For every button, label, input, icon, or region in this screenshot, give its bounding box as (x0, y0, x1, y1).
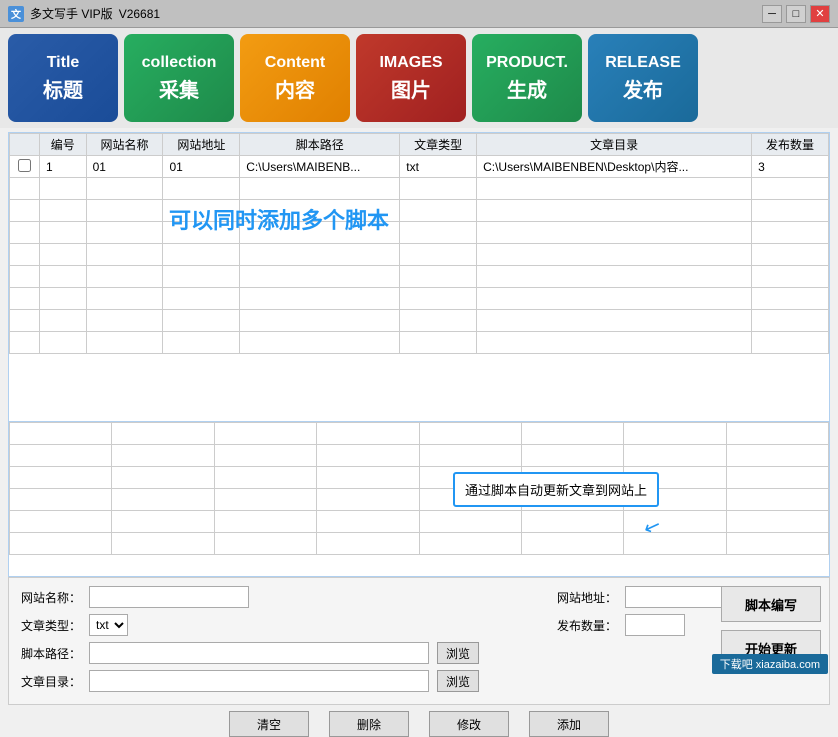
cell-num: 1 (40, 156, 87, 178)
window-controls: ─ □ ✕ (762, 5, 830, 23)
article-dir-input[interactable] (89, 670, 429, 692)
col-dir: 文章目录 (477, 134, 752, 156)
website-name-input[interactable] (89, 586, 249, 608)
col-name: 网站名称 (86, 134, 163, 156)
article-type-select[interactable]: txt (89, 614, 128, 636)
main-table: 编号 网站名称 网站地址 脚本路径 文章类型 文章目录 发布数量 1 01 01… (9, 133, 829, 354)
tooltip-text: 通过脚本自动更新文章到网站上 (465, 483, 647, 498)
script-edit-button[interactable]: 脚本编写 (721, 586, 821, 622)
lower-table (9, 422, 829, 555)
nav-bar: Title标题collection采集Content内容IMAGES图片PROD… (0, 28, 838, 128)
form-row-website-name: 网站名称： (21, 586, 537, 608)
watermark-text: 下载吧 xiazaiba.com (712, 654, 828, 674)
action-buttons-row: 清空 删除 修改 添加 (0, 711, 838, 737)
clear-button[interactable]: 清空 (229, 711, 309, 737)
title-bar: 文 多文写手 VIP版 V26681 ─ □ ✕ (0, 0, 838, 28)
nav-btn-content[interactable]: Content内容 (240, 34, 350, 122)
cell-count: 3 (752, 156, 829, 178)
publish-count-input[interactable] (625, 614, 685, 636)
tooltip-box: 通过脚本自动更新文章到网站上 (453, 472, 659, 507)
form-left: 网站名称： 文章类型： txt 脚本路径： 浏览 文章目录： 浏览 (21, 586, 537, 698)
nav-btn-images[interactable]: IMAGES图片 (356, 34, 466, 122)
browse-dir-button[interactable]: 浏览 (437, 670, 479, 692)
website-name-label: 网站名称： (21, 589, 81, 606)
article-type-label: 文章类型： (21, 617, 81, 634)
col-type: 文章类型 (400, 134, 477, 156)
minimize-button[interactable]: ─ (762, 5, 782, 23)
maximize-button[interactable]: □ (786, 5, 806, 23)
col-num: 编号 (40, 134, 87, 156)
script-path-input[interactable] (89, 642, 429, 664)
article-dir-label: 文章目录： (21, 673, 81, 690)
upper-section: 编号 网站名称 网站地址 脚本路径 文章类型 文章目录 发布数量 1 01 01… (8, 132, 830, 422)
app-title: 多文写手 VIP版 (30, 5, 113, 22)
col-count: 发布数量 (752, 134, 829, 156)
cell-type: txt (400, 156, 477, 178)
row-checkbox[interactable] (18, 159, 31, 172)
col-script: 脚本路径 (240, 134, 400, 156)
script-path-label: 脚本路径： (21, 645, 81, 662)
website-address-label: 网站地址： (557, 589, 617, 606)
cell-name: 01 (86, 156, 163, 178)
nav-btn-release[interactable]: RELEASE发布 (588, 34, 698, 122)
cell-address: 01 (163, 156, 240, 178)
form-section: 网站名称： 文章类型： txt 脚本路径： 浏览 文章目录： 浏览 网站地址： … (8, 577, 830, 705)
nav-btn-product[interactable]: PRODUCT.生成 (472, 34, 582, 122)
app-version: V26681 (119, 7, 160, 21)
cell-script: C:\Users\MAIBENB... (240, 156, 400, 178)
col-address: 网站地址 (163, 134, 240, 156)
form-row-article-dir: 文章目录： 浏览 (21, 670, 537, 692)
form-row-script-path: 脚本路径： 浏览 (21, 642, 537, 664)
publish-count-label: 发布数量： (557, 617, 617, 634)
add-button[interactable]: 添加 (529, 711, 609, 737)
browse-script-button[interactable]: 浏览 (437, 642, 479, 664)
table-row[interactable]: 1 01 01 C:\Users\MAIBENB... txt C:\Users… (10, 156, 829, 178)
modify-button[interactable]: 修改 (429, 711, 509, 737)
form-row-article-type: 文章类型： txt (21, 614, 537, 636)
col-checkbox (10, 134, 40, 156)
watermark-area: 下载吧 xiazaiba.com (712, 654, 828, 674)
close-button[interactable]: ✕ (810, 5, 830, 23)
lower-section: 通过脚本自动更新文章到网站上 ↙ (8, 422, 830, 577)
nav-btn-title[interactable]: Title标题 (8, 34, 118, 122)
app-icon: 文 (8, 6, 24, 22)
delete-button[interactable]: 删除 (329, 711, 409, 737)
title-bar-left: 文 多文写手 VIP版 V26681 (8, 5, 160, 22)
nav-btn-collection[interactable]: collection采集 (124, 34, 234, 122)
cell-dir: C:\Users\MAIBENBEN\Desktop\内容... (477, 156, 752, 178)
